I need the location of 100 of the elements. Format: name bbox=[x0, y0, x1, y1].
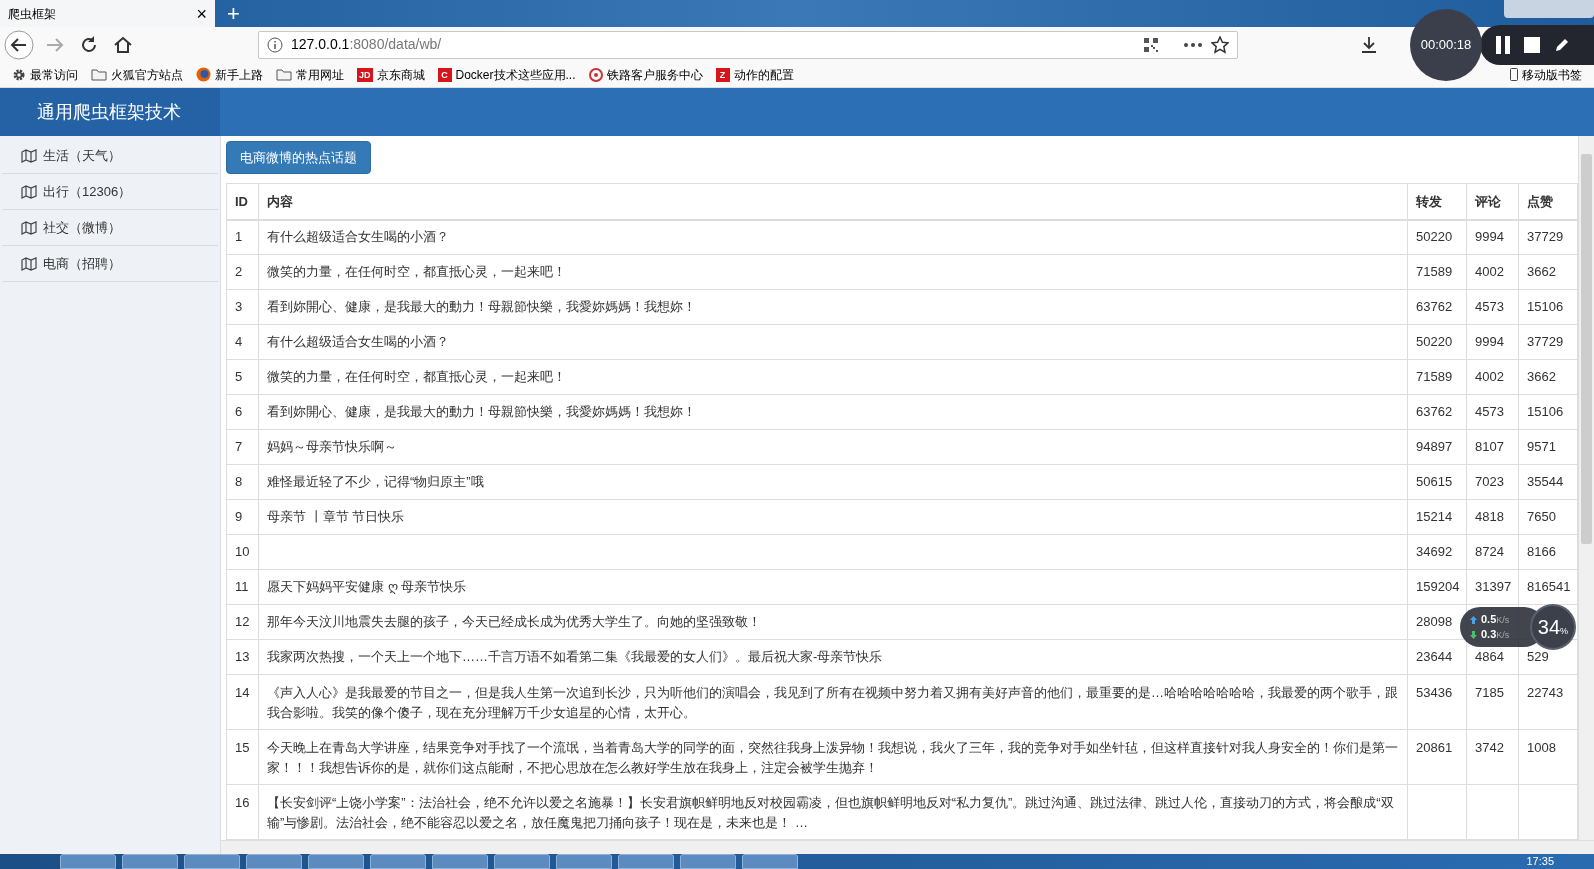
map-icon bbox=[21, 220, 37, 235]
download-icon[interactable] bbox=[1360, 35, 1378, 54]
table-cell: 8724 bbox=[1475, 544, 1504, 559]
table-cell: 15106 bbox=[1527, 299, 1564, 314]
download-speed: 0.3K/s bbox=[1481, 629, 1510, 640]
table-cell: 1 bbox=[235, 229, 243, 245]
table-cell: 微笑的力量，在任何时空，都直抵心灵，一起来吧！ bbox=[267, 264, 566, 279]
table-cell: 3662 bbox=[1527, 264, 1556, 279]
back-icon[interactable] bbox=[4, 29, 34, 60]
taskbar-clock: 17:35 bbox=[1526, 854, 1555, 869]
table-cell: 15106 bbox=[1527, 404, 1564, 419]
globe-icon bbox=[196, 67, 211, 82]
bookmark-item[interactable]: 火狐官方站点 bbox=[91, 65, 183, 84]
table-cell: 4573 bbox=[1475, 404, 1504, 419]
sidebar-item[interactable]: 生活（天气） bbox=[2, 138, 218, 174]
table-cell: 2 bbox=[235, 264, 243, 279]
column-header: ID bbox=[226, 183, 259, 220]
table-cell: 71589 bbox=[1416, 369, 1453, 384]
table-cell: 3742 bbox=[1475, 740, 1504, 755]
taskbar-button[interactable] bbox=[742, 854, 798, 869]
taskbar-button[interactable] bbox=[494, 854, 550, 869]
table-cell: 31397 bbox=[1475, 579, 1512, 594]
bookmark-item[interactable]: Z 动作的配置 bbox=[715, 65, 794, 84]
horizontal-scrollbar[interactable] bbox=[221, 840, 1594, 854]
table-cell: 难怪最近轻了不少，记得“物归原主”哦 bbox=[267, 474, 484, 489]
table-cell: 3662 bbox=[1527, 369, 1556, 384]
bookmark-item[interactable]: 铁路客户服务中心 bbox=[588, 65, 703, 84]
table-cell: 4573 bbox=[1475, 299, 1504, 314]
sidebar-item[interactable]: 社交（微博） bbox=[2, 210, 218, 246]
star-icon[interactable] bbox=[1211, 35, 1229, 54]
more-icon[interactable] bbox=[1183, 41, 1203, 48]
table-cell: 3 bbox=[235, 299, 243, 314]
table-cell: 50220 bbox=[1416, 334, 1453, 349]
folder-icon bbox=[91, 68, 107, 81]
table-cell: 4002 bbox=[1475, 369, 1504, 384]
taskbar-button[interactable] bbox=[370, 854, 426, 869]
stop-icon[interactable] bbox=[1524, 37, 1540, 53]
tab-close-button[interactable]: × bbox=[196, 4, 207, 23]
table-cell: 71589 bbox=[1416, 264, 1453, 279]
table-cell: 12 bbox=[235, 614, 250, 629]
qr-code-icon[interactable] bbox=[1143, 36, 1159, 53]
table-cell: 15214 bbox=[1416, 509, 1453, 524]
vertical-scrollbar[interactable] bbox=[1578, 136, 1594, 840]
taskbar-button[interactable] bbox=[246, 854, 302, 869]
map-icon bbox=[21, 184, 37, 199]
sidebar-item[interactable]: 出行（12306） bbox=[2, 174, 218, 210]
table-cell: 16 bbox=[235, 795, 250, 810]
table-cell: 22743 bbox=[1527, 685, 1564, 700]
taskbar-button[interactable] bbox=[308, 854, 364, 869]
bookmark-logo: JD bbox=[357, 67, 373, 82]
table-cell: 4864 bbox=[1475, 649, 1504, 664]
sidebar-item[interactable]: 电商（招聘） bbox=[2, 246, 218, 282]
bookmark-item[interactable]: JD 京东商城 bbox=[357, 65, 425, 84]
table-cell: 愿天下妈妈平安健康 ღ 母亲节快乐 bbox=[267, 579, 467, 594]
new-tab-button[interactable]: + bbox=[215, 0, 252, 27]
bookmark-item[interactable]: 新手上路 bbox=[196, 65, 263, 84]
taskbar-button[interactable] bbox=[432, 854, 488, 869]
table-cell: 9 bbox=[235, 509, 243, 524]
taskbar-button[interactable] bbox=[556, 854, 612, 869]
pause-icon[interactable] bbox=[1496, 36, 1510, 54]
taskbar-button[interactable] bbox=[618, 854, 674, 869]
table-cell: 9994 bbox=[1475, 334, 1504, 349]
address-bar[interactable]: 127.0.0.1:8080/data/wb/ bbox=[258, 30, 1238, 59]
bookmark-logo: Z bbox=[715, 67, 730, 82]
bookmark-item[interactable]: C Docker技术这些应用... bbox=[437, 65, 576, 84]
browser-tab[interactable]: 爬虫框架 × bbox=[0, 0, 215, 27]
table-cell: 37729 bbox=[1527, 229, 1564, 245]
window-controls[interactable] bbox=[1504, 0, 1594, 18]
table-cell: 看到妳開心、健康，是我最大的動力！母親節快樂，我愛妳媽媽！我想妳！ bbox=[267, 404, 696, 419]
table-cell: 妈妈～母亲节快乐啊～ bbox=[267, 439, 397, 454]
bookmark-item[interactable]: 常用网址 bbox=[276, 65, 344, 84]
table-cell: 20861 bbox=[1416, 740, 1453, 755]
upload-arrow-icon bbox=[1470, 615, 1477, 624]
bookmark-item[interactable]: 最常访问 bbox=[12, 65, 78, 84]
map-icon bbox=[21, 148, 37, 163]
target-icon bbox=[588, 67, 603, 82]
table-cell: 529 bbox=[1527, 649, 1549, 664]
topic-button[interactable]: 电商微博的热点话题 bbox=[226, 141, 371, 174]
taskbar-button[interactable] bbox=[184, 854, 240, 869]
taskbar-button[interactable] bbox=[122, 854, 178, 869]
table-cell: 8166 bbox=[1527, 544, 1556, 559]
pencil-icon[interactable] bbox=[1554, 37, 1570, 53]
table-cell: 4 bbox=[235, 334, 243, 349]
taskbar-button[interactable] bbox=[680, 854, 736, 869]
table-cell: 今天晚上在青岛大学讲座，结果竞争对手找了一个流氓，当着青岛大学的同学的面，突然往我身上泼异物！我想说，我火了三年，我的竞争对手如坐针毡，但这样直接针对我人身安全的！你们是第一家！！！我想告诉你的是，就你们这点能耐，不把心思放在怎么教好学生放在我身上，注定会被学生抛弃！ bbox=[267, 740, 1398, 775]
info-icon bbox=[267, 36, 283, 53]
table-cell: 50615 bbox=[1416, 474, 1453, 489]
table-cell: 23644 bbox=[1416, 649, 1453, 664]
table-cell: 7 bbox=[235, 439, 243, 454]
table-cell: 6 bbox=[235, 404, 243, 419]
table-cell: 34692 bbox=[1416, 544, 1453, 559]
bookmark-item[interactable]: 移动版书签 bbox=[1510, 65, 1582, 84]
table-cell: 63762 bbox=[1416, 299, 1453, 314]
table-cell: 94897 bbox=[1416, 439, 1453, 454]
table-cell: 母亲节 丨章节 节日快乐 bbox=[267, 509, 405, 524]
taskbar-button[interactable] bbox=[60, 854, 116, 869]
scrollbar-thumb[interactable] bbox=[1581, 154, 1592, 544]
table-cell: 37729 bbox=[1527, 334, 1564, 349]
gear-icon bbox=[12, 67, 26, 82]
table-cell: 53436 bbox=[1416, 685, 1453, 700]
